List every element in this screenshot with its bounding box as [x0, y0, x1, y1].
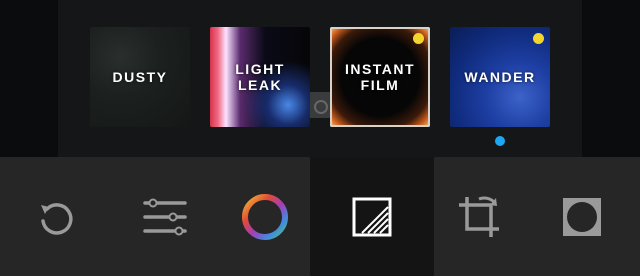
crop-rotate-icon: [459, 195, 499, 237]
reset-button[interactable]: [0, 157, 110, 276]
adjustments-button[interactable]: [110, 157, 220, 276]
adjustments-sliders-icon: [143, 198, 187, 235]
preset-label: DUSTY: [112, 69, 168, 85]
preset-tile-light-leak[interactable]: LIGHT LEAK: [210, 27, 310, 127]
preset-label: INSTANT FILM: [344, 61, 416, 93]
preset-strip[interactable]: DUSTY LIGHT LEAK INSTANT FILM WANDER: [0, 0, 640, 157]
color-button[interactable]: [220, 157, 310, 276]
crop-rotate-button[interactable]: [434, 157, 524, 276]
preset-tile-instant-film[interactable]: INSTANT FILM: [330, 27, 430, 127]
camera-icon: [308, 92, 332, 118]
vignette-icon: [563, 197, 601, 236]
premium-badge: [533, 33, 544, 44]
selected-indicator: [495, 136, 505, 146]
bottom-toolbar: [0, 157, 640, 276]
reset-icon: [41, 202, 73, 235]
filters-button[interactable]: [310, 157, 434, 276]
color-wheel-icon: [242, 193, 288, 240]
preset-label: LIGHT LEAK: [235, 61, 285, 93]
preset-tile-wander[interactable]: WANDER: [450, 27, 550, 127]
vignette-button[interactable]: [524, 157, 640, 276]
preset-label: WANDER: [464, 69, 536, 85]
premium-badge: [413, 33, 424, 44]
filter-effects-icon: [352, 197, 392, 236]
preset-tile-dusty[interactable]: DUSTY: [90, 27, 190, 127]
